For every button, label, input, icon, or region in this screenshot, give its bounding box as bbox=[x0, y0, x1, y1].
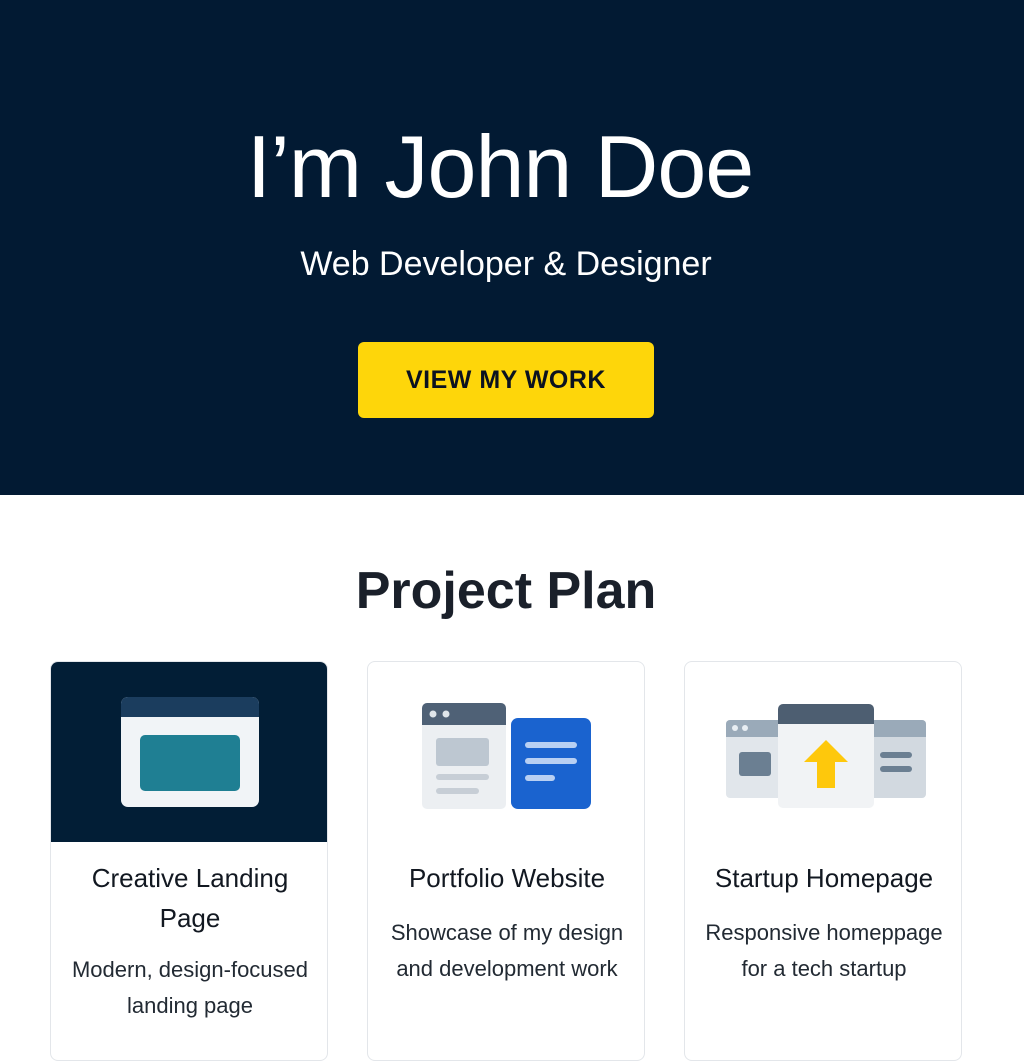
project-card-creative-landing[interactable]: Creative Landing Page Modern, design-foc… bbox=[50, 661, 328, 1061]
project-card-startup[interactable]: Startup Homepage Responsive homeppage fo… bbox=[684, 661, 962, 1061]
browser-window-icon bbox=[121, 697, 259, 807]
startup-launch-icon bbox=[726, 704, 926, 808]
card-title: Creative Landing Page bbox=[91, 863, 289, 933]
card-title: Portfolio Website bbox=[408, 863, 606, 893]
card-media bbox=[51, 662, 327, 842]
card-description: Responsive homeppage for a tech startup bbox=[705, 920, 943, 981]
card-title: Startup Homepage bbox=[714, 863, 934, 893]
hero-title: I’m John Doe bbox=[246, 117, 754, 216]
hero-section: I’m John Doe Web Developer & Designer VI… bbox=[0, 0, 1024, 495]
card-description: Showcase of my design and development wo… bbox=[390, 920, 624, 981]
card-description: Modern, design-focused landing page bbox=[71, 957, 309, 1018]
hero-subtitle: Web Developer & Designer bbox=[300, 245, 712, 283]
section-title: Project Plan bbox=[355, 562, 657, 620]
view-my-work-button[interactable]: VIEW MY WORK bbox=[358, 342, 654, 418]
project-card-portfolio[interactable]: Portfolio Website Showcase of my design … bbox=[367, 661, 645, 1061]
portfolio-pages-icon bbox=[422, 703, 591, 809]
card-media bbox=[368, 662, 644, 842]
card-media bbox=[685, 662, 961, 842]
